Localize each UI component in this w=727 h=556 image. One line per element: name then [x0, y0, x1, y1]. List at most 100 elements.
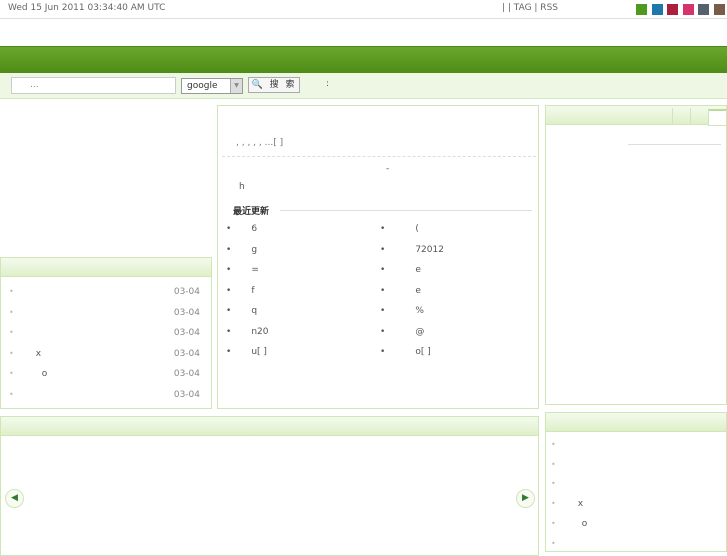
item-title: x [35, 348, 42, 359]
recent-title: 最近更新 [233, 207, 270, 217]
divider [628, 144, 721, 145]
item-title: x [577, 499, 584, 510]
color-swatch[interactable] [667, 4, 678, 15]
recent-item[interactable]: • e [380, 265, 421, 275]
recent-item-title: = [251, 265, 259, 275]
bullet-icon: • [380, 244, 386, 255]
engine-value: google [187, 81, 218, 91]
carousel-panel: ◀ ▶ [0, 416, 539, 556]
tab[interactable] [690, 108, 708, 125]
bullet-icon: • [226, 326, 232, 337]
h-text: h [239, 182, 245, 192]
recent-item[interactable]: • q [226, 306, 257, 316]
tab-active[interactable] [708, 109, 727, 126]
recent-item[interactable]: •( [380, 224, 419, 234]
bullet-icon: • [226, 285, 232, 296]
dash-text: - [386, 164, 390, 174]
search-input[interactable]: ... [11, 77, 176, 94]
list-item[interactable]: • [9, 328, 36, 338]
recent-item[interactable]: • f [226, 286, 254, 296]
left-list-panel: • 03-04 • 03-04 • 03-04 • x 03-04 • o 03-04 • 03-04 [0, 257, 212, 409]
bullet-icon: • [380, 306, 386, 316]
recent-item[interactable]: • e [380, 286, 421, 296]
recent-item-title: % [415, 306, 424, 316]
list-item[interactable]: • [551, 440, 578, 450]
list-item[interactable]: • [9, 390, 36, 400]
recent-item-title: n20 [251, 326, 269, 337]
chevron-down-icon: ▼ [230, 79, 242, 93]
recent-item-title: o[ ] [415, 347, 431, 357]
recent-item-title: q [251, 306, 258, 316]
bullet-icon: • [551, 479, 556, 489]
bullet-icon: • [9, 389, 14, 399]
panel-header [1, 417, 538, 436]
recent-item[interactable]: • = [226, 265, 259, 275]
recent-item-title: 6 [251, 224, 258, 234]
prev-arrow-icon[interactable]: ◀ [5, 489, 24, 508]
color-swatch[interactable] [636, 4, 647, 15]
recent-item-title: @ [415, 326, 425, 337]
top-links[interactable]: | | TAG | RSS [502, 3, 558, 13]
bullet-icon: • [9, 348, 14, 358]
bullet-icon: • [9, 307, 14, 317]
list-item[interactable]: • [551, 460, 578, 470]
item-title: o [581, 518, 588, 529]
recent-item[interactable]: • o[ ] [380, 347, 431, 357]
bullet-icon: • [551, 538, 556, 548]
color-swatch[interactable] [698, 4, 709, 15]
recent-item-title: u[ ] [251, 347, 267, 357]
list-item[interactable]: • [551, 539, 578, 549]
recent-item[interactable]: • 6 [226, 224, 257, 234]
divider [222, 156, 536, 157]
panel-header [546, 413, 726, 432]
bullet-icon: • [551, 440, 556, 449]
search-button[interactable]: 🔍 搜 索 [248, 77, 300, 93]
recent-item[interactable]: • n20 [226, 327, 268, 337]
list-item[interactable]: • o [9, 369, 47, 379]
list-item[interactable]: • [9, 308, 36, 318]
bullet-icon: • [380, 326, 386, 337]
color-swatch[interactable] [651, 4, 663, 15]
current-date: Wed 15 Jun 2011 03:34:40 AM UTC [8, 3, 166, 13]
list-item[interactable]: • x [9, 349, 41, 359]
bullet-icon: • [9, 287, 14, 296]
recent-item[interactable]: •% [380, 306, 424, 316]
bullet-icon: • [551, 459, 556, 469]
list-item[interactable]: • [9, 287, 36, 297]
recent-item[interactable]: • 72012 [380, 245, 444, 255]
bullet-icon: • [226, 244, 232, 255]
item-date: 03-04 [173, 287, 200, 297]
list-item[interactable]: • [551, 479, 578, 489]
next-arrow-icon[interactable]: ▶ [516, 489, 535, 508]
list-item[interactable]: • o [551, 519, 587, 529]
bullet-icon: • [9, 328, 14, 337]
recent-item-title: f [251, 285, 255, 296]
recent-item[interactable]: • @ [380, 327, 424, 337]
color-swatch[interactable] [682, 4, 694, 15]
bullet-icon: • [551, 518, 556, 528]
recent-item[interactable]: • u[ ] [226, 347, 267, 357]
bullet-icon: • [551, 499, 556, 509]
bullet-icon: • [380, 285, 386, 296]
bullet-icon: • [226, 265, 232, 275]
item-date: 03-04 [173, 307, 200, 318]
recent-item-title: ( [415, 224, 419, 234]
recent-item-title: 72012 [415, 244, 444, 255]
divider [280, 210, 532, 211]
intro-text: , , , , , ...[ ] [236, 138, 284, 148]
bullet-icon: • [380, 265, 386, 275]
search-engine-select[interactable]: google ▼ [181, 78, 243, 94]
item-date: 03-04 [173, 348, 200, 359]
bullet-icon: • [380, 224, 386, 234]
bullet-icon: • [226, 347, 232, 357]
right-tab-panel [545, 105, 727, 405]
color-swatch[interactable] [713, 4, 725, 15]
recent-item-title: e [415, 285, 421, 296]
tab[interactable] [672, 108, 690, 125]
search-colon: : [326, 79, 330, 89]
item-date: 03-04 [173, 389, 200, 400]
list-item[interactable]: • x [551, 499, 583, 509]
item-date: 03-04 [173, 369, 200, 379]
recent-item[interactable]: • g [226, 245, 257, 255]
bullet-icon: • [226, 306, 232, 316]
